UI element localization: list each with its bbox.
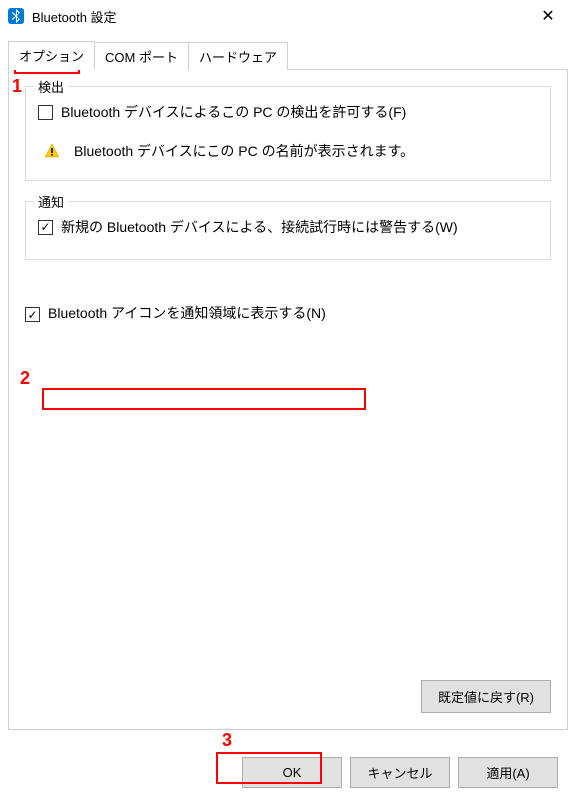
group-notifications: 通知 新規の Bluetooth デバイスによる、接続試行時には警告する(W): [25, 201, 551, 261]
window-title: Bluetooth 設定: [32, 7, 528, 26]
tab-hardware[interactable]: ハードウェア: [188, 42, 288, 70]
checkbox-show-tray-icon[interactable]: [25, 307, 40, 322]
restore-defaults-button[interactable]: 既定値に戻す(R): [421, 680, 551, 713]
checkbox-warn-new-device[interactable]: [38, 220, 53, 235]
dialog-footer: OK キャンセル 適用(A): [242, 757, 558, 788]
cancel-button[interactable]: キャンセル: [350, 757, 450, 788]
group-detection: 検出 Bluetooth デバイスによるこの PC の検出を許可する(F) Bl…: [25, 86, 551, 181]
label-allow-discover: Bluetooth デバイスによるこの PC の検出を許可する(F): [61, 103, 406, 123]
warning-icon: [44, 143, 60, 159]
tab-options[interactable]: オプション: [8, 41, 95, 70]
apply-button[interactable]: 適用(A): [458, 757, 558, 788]
ok-button[interactable]: OK: [242, 757, 342, 788]
group-detection-title: 検出: [34, 77, 68, 96]
titlebar: Bluetooth 設定 ✕: [0, 0, 576, 32]
checkbox-allow-discover[interactable]: [38, 105, 53, 120]
close-icon[interactable]: ✕: [528, 2, 568, 30]
tab-panel-options: 検出 Bluetooth デバイスによるこの PC の検出を許可する(F) Bl…: [8, 70, 568, 730]
group-notifications-title: 通知: [34, 192, 68, 211]
label-show-tray-icon: Bluetooth アイコンを通知領域に表示する(N): [48, 304, 326, 324]
tab-strip: オプション COM ポート ハードウェア: [8, 40, 568, 70]
label-warn-new-device: 新規の Bluetooth デバイスによる、接続試行時には警告する(W): [61, 218, 458, 238]
bluetooth-icon: [8, 8, 24, 24]
annotation-number-3: 3: [222, 730, 232, 751]
detection-info-text: Bluetooth デバイスにこの PC の名前が表示されます。: [74, 141, 414, 162]
tab-com-ports[interactable]: COM ポート: [94, 42, 189, 70]
